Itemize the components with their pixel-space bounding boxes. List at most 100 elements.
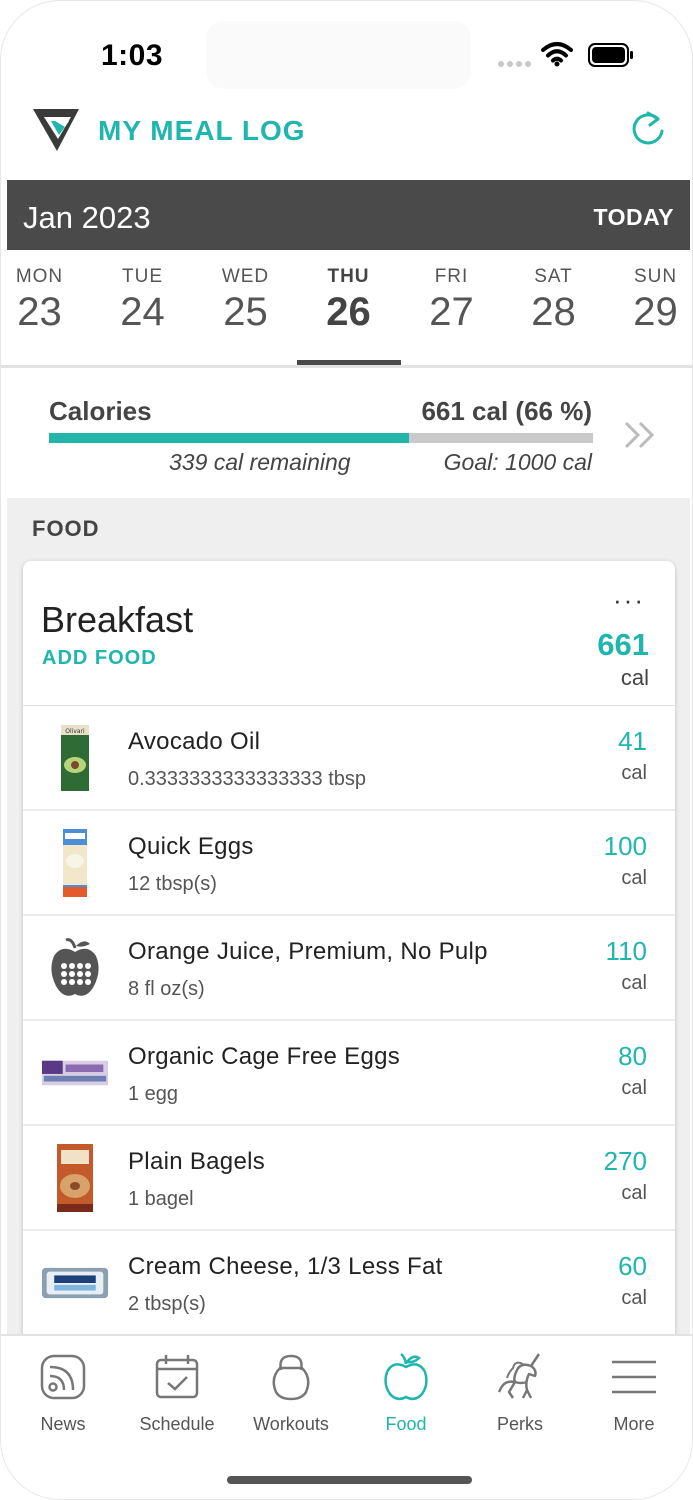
- tab-label: Perks: [496, 1414, 543, 1434]
- app-logo-icon: [33, 109, 79, 151]
- day-mon[interactable]: MON 23: [1, 266, 91, 335]
- food-calories: 100: [603, 831, 647, 861]
- today-button[interactable]: TODAY: [594, 204, 674, 231]
- wifi-icon: [541, 42, 573, 67]
- day-number: 24: [120, 290, 165, 334]
- calories-goal: Goal: 1000 cal: [443, 449, 592, 475]
- day-number: 23: [17, 290, 62, 334]
- food-calories: 41: [618, 726, 647, 756]
- day-number: 29: [633, 290, 678, 334]
- tab-perks[interactable]: Perks: [463, 1352, 577, 1435]
- day-name: FRI: [434, 266, 469, 287]
- tab-label: Workouts: [253, 1414, 329, 1434]
- food-row[interactable]: Olivari Avocado Oil 0.3333333333333333 t…: [23, 706, 675, 811]
- day-thu[interactable]: THU 26: [297, 266, 400, 335]
- app-header: MY MEAL LOG: [1, 101, 692, 179]
- food-name: Plain Bagels: [128, 1148, 266, 1175]
- calories-label: Calories: [49, 396, 152, 426]
- food-calories-unit: cal: [621, 972, 647, 994]
- food-serving: 1 bagel: [128, 1188, 194, 1210]
- food-calories-unit: cal: [621, 1287, 647, 1309]
- meal-title: Breakfast: [41, 599, 194, 640]
- month-bar: Jan 2023 TODAY: [7, 180, 690, 250]
- tab-schedule[interactable]: Schedule: [120, 1352, 234, 1435]
- food-list: Olivari Avocado Oil 0.3333333333333333 t…: [23, 706, 675, 1336]
- phone-screen: 1:03 MY MEAL LOG Jan 2023 TODAY MON 23 T…: [0, 0, 693, 1500]
- day-fri[interactable]: FRI 27: [400, 266, 503, 335]
- egg-carton-icon: [41, 1039, 109, 1107]
- day-name: WED: [221, 266, 270, 287]
- month-label[interactable]: Jan 2023: [23, 200, 151, 236]
- apple-icon: [384, 1353, 428, 1401]
- double-chevron-right-icon[interactable]: [623, 419, 659, 451]
- notch: [206, 21, 471, 89]
- meal-card-breakfast: Breakfast ADD FOOD ··· 661 cal Olivari A…: [23, 561, 675, 1361]
- food-name: Cream Cheese, 1/3 Less Fat: [128, 1253, 443, 1280]
- calories-value: 661 cal (66 %): [421, 396, 592, 426]
- week-strip: MON 23 TUE 24 WED 25 THU 26 FRI 27 SAT 2…: [1, 250, 692, 368]
- calories-summary[interactable]: Calories 661 cal (66 %) 339 cal remainin…: [1, 371, 692, 498]
- food-serving: 12 tbsp(s): [128, 873, 217, 895]
- food-serving: 1 egg: [128, 1083, 179, 1105]
- food-name: Avocado Oil: [128, 728, 261, 755]
- cellular-signal-icon: [498, 61, 531, 67]
- tab-label: News: [40, 1414, 86, 1434]
- food-row[interactable]: Organic Cage Free Eggs 1 egg 80 cal: [23, 1021, 675, 1126]
- day-number: 27: [429, 290, 474, 334]
- food-serving: 2 tbsp(s): [128, 1293, 206, 1315]
- meal-calories-unit: cal: [620, 665, 649, 690]
- food-calories-unit: cal: [621, 867, 647, 889]
- food-name: Quick Eggs: [128, 833, 254, 860]
- food-section-heading: FOOD: [32, 516, 100, 541]
- status-bar: 1:03: [1, 1, 692, 101]
- add-food-button[interactable]: ADD FOOD: [42, 647, 157, 670]
- food-name: Organic Cage Free Eggs: [128, 1043, 401, 1070]
- refresh-icon[interactable]: [628, 109, 668, 149]
- tab-news[interactable]: News: [6, 1352, 120, 1435]
- tab-label: More: [613, 1414, 655, 1434]
- menu-icon: [612, 1360, 656, 1394]
- food-calories: 80: [618, 1041, 647, 1071]
- food-calories: 270: [603, 1146, 647, 1176]
- food-section: FOOD Breakfast ADD FOOD ··· 661 cal Oliv…: [7, 498, 690, 1361]
- tab-workouts[interactable]: Workouts: [234, 1352, 348, 1435]
- day-tue[interactable]: TUE 24: [91, 266, 194, 335]
- tab-more[interactable]: More: [577, 1352, 691, 1435]
- calories-remaining: 339 cal remaining: [169, 449, 351, 475]
- food-serving: 8 fl oz(s): [128, 978, 205, 1000]
- food-name: Orange Juice, Premium, No Pulp: [128, 938, 488, 965]
- selected-day-indicator: [297, 360, 401, 365]
- day-name: SUN: [633, 266, 678, 287]
- avocado-oil-bottle-icon: Olivari: [41, 724, 109, 792]
- tab-label: Food: [385, 1414, 427, 1434]
- food-calories: 60: [618, 1251, 647, 1281]
- food-row[interactable]: Quick Eggs 12 tbsp(s) 100 cal: [23, 811, 675, 916]
- day-name: MON: [15, 266, 64, 287]
- page-title: MY MEAL LOG: [98, 115, 306, 146]
- more-options-icon[interactable]: ···: [613, 587, 645, 613]
- day-number: 28: [531, 290, 576, 334]
- food-calories-unit: cal: [621, 1077, 647, 1099]
- day-wed[interactable]: WED 25: [194, 266, 297, 335]
- day-name: THU: [327, 266, 370, 287]
- day-number: 25: [223, 290, 268, 334]
- food-row[interactable]: Cream Cheese, 1/3 Less Fat 2 tbsp(s) 60 …: [23, 1231, 675, 1336]
- day-sat[interactable]: SAT 28: [502, 266, 605, 335]
- food-row[interactable]: Orange Juice, Premium, No Pulp 8 fl oz(s…: [23, 916, 675, 1021]
- day-sun[interactable]: SUN 29: [604, 266, 692, 335]
- tab-food[interactable]: Food: [349, 1352, 463, 1435]
- tab-label: Schedule: [139, 1414, 215, 1434]
- meal-calories: 661: [597, 627, 649, 662]
- calories-progress-bar: [49, 433, 593, 443]
- food-row[interactable]: Plain Bagels 1 bagel 270 cal: [23, 1126, 675, 1231]
- calories-progress-fill: [49, 433, 409, 443]
- cream-cheese-tub-icon: [41, 1249, 109, 1317]
- food-calories-unit: cal: [621, 762, 647, 784]
- bottom-tab-bar: News Schedule Workouts Food Perks More: [1, 1334, 692, 1499]
- home-indicator[interactable]: [227, 1476, 472, 1484]
- bagel-bag-icon: [41, 1144, 109, 1212]
- news-rss-icon: [40, 1354, 86, 1400]
- day-name: TUE: [122, 266, 163, 287]
- quick-eggs-carton-icon: [41, 829, 109, 897]
- food-calories: 110: [605, 936, 647, 966]
